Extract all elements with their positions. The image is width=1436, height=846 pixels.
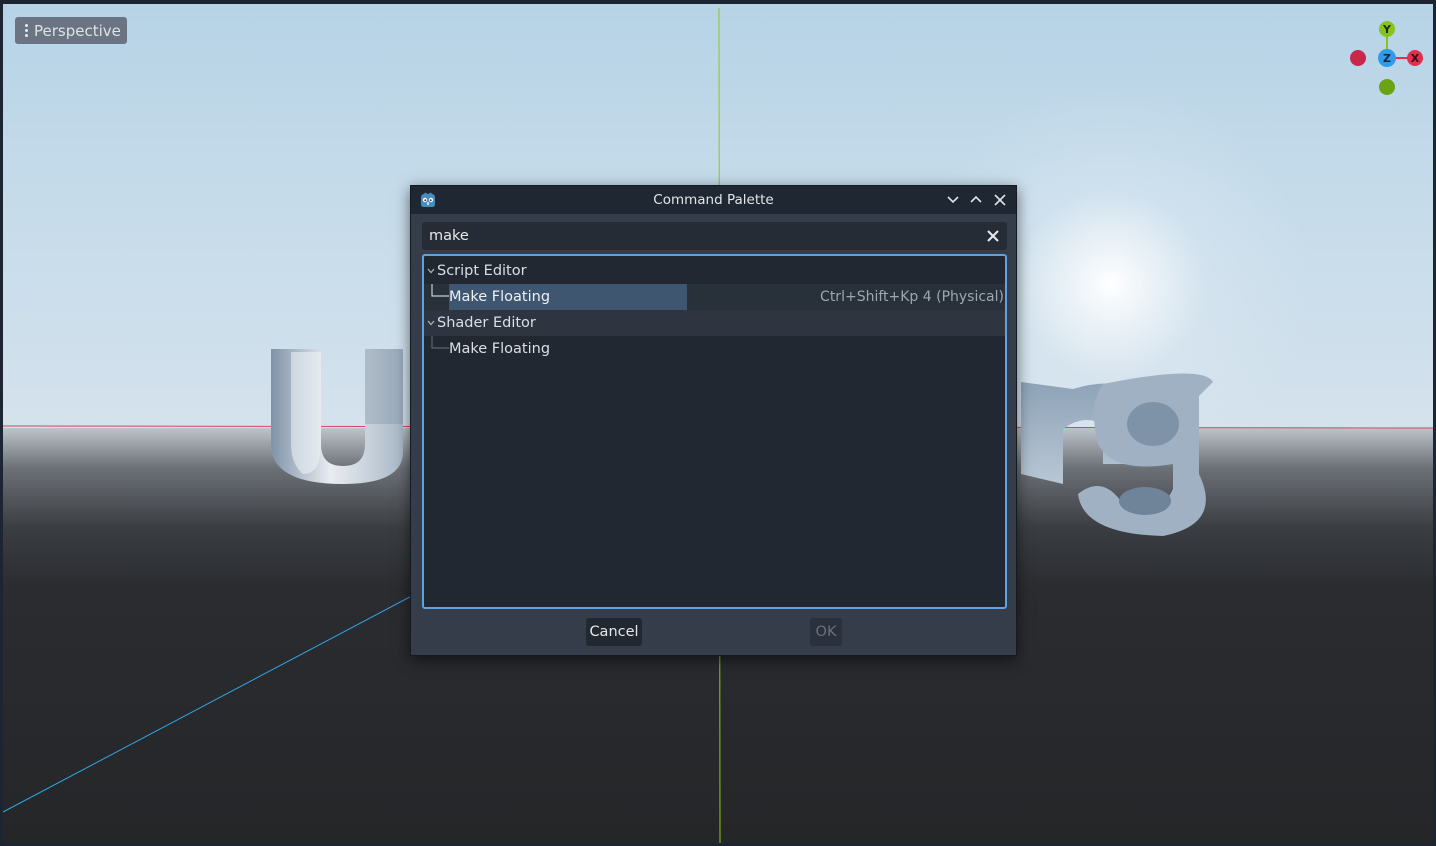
axis-gizmo[interactable]: Y Z X bbox=[1347, 18, 1427, 98]
search-input-value: make bbox=[429, 228, 469, 244]
command-palette-dialog: Command Palette make Script Editor Make … bbox=[410, 185, 1017, 656]
tree-group-script-editor[interactable]: Script Editor bbox=[424, 258, 1005, 284]
3d-text-right bbox=[1021, 373, 1213, 536]
chevron-down-icon[interactable] bbox=[945, 192, 961, 208]
search-input[interactable]: make bbox=[422, 222, 1007, 250]
y-axis-handle[interactable]: Y bbox=[1379, 21, 1395, 37]
item-label: Make Floating bbox=[449, 341, 551, 357]
tree-item-make-floating-shader[interactable]: Make Floating bbox=[424, 336, 1005, 362]
tree-connector bbox=[431, 336, 449, 349]
cancel-button[interactable]: Cancel bbox=[586, 618, 642, 646]
clear-icon[interactable] bbox=[985, 228, 1001, 244]
kebab-menu-icon bbox=[25, 24, 28, 37]
close-icon[interactable] bbox=[992, 192, 1008, 208]
chevron-down-icon[interactable] bbox=[427, 268, 435, 274]
x-axis-handle[interactable]: X bbox=[1407, 50, 1423, 66]
perspective-label: Perspective bbox=[34, 21, 121, 40]
neg-y-axis-handle[interactable] bbox=[1379, 79, 1395, 95]
dialog-titlebar[interactable]: Command Palette bbox=[411, 186, 1016, 214]
z-axis-line bbox=[3, 589, 424, 813]
tree-group-shader-editor[interactable]: Shader Editor bbox=[424, 310, 1005, 336]
dialog-title: Command Palette bbox=[653, 192, 774, 208]
chevron-down-icon[interactable] bbox=[427, 320, 435, 326]
3d-text-left bbox=[271, 349, 403, 484]
ok-button[interactable]: OK bbox=[810, 618, 842, 646]
item-label: Make Floating bbox=[449, 289, 551, 305]
tree-connector bbox=[431, 284, 449, 297]
neg-x-axis-handle[interactable] bbox=[1350, 50, 1366, 66]
perspective-menu-button[interactable]: Perspective bbox=[15, 17, 127, 44]
command-tree[interactable]: Script Editor Make Floating Ctrl+Shift+K… bbox=[422, 254, 1007, 609]
group-label: Shader Editor bbox=[437, 315, 536, 331]
tree-item-make-floating-script[interactable]: Make Floating Ctrl+Shift+Kp 4 (Physical) bbox=[424, 284, 1005, 310]
chevron-up-icon[interactable] bbox=[968, 192, 984, 208]
z-axis-handle[interactable]: Z bbox=[1378, 49, 1396, 67]
group-label: Script Editor bbox=[437, 263, 527, 279]
shortcut-label: Ctrl+Shift+Kp 4 (Physical) bbox=[820, 289, 1004, 305]
